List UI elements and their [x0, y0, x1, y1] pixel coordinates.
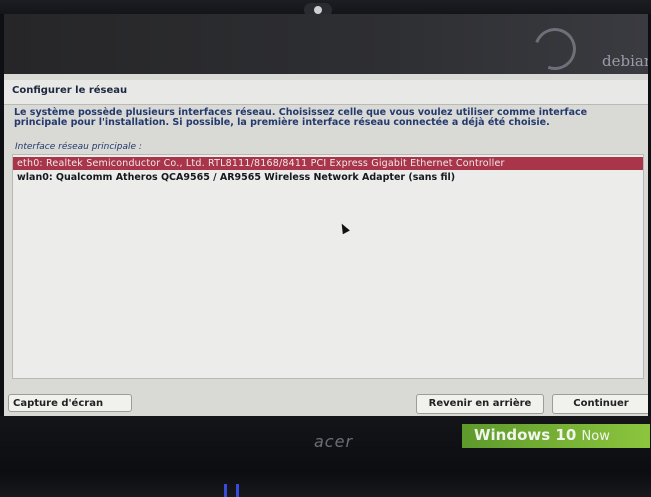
debian-logo-text: debian [602, 52, 648, 70]
status-led-icon [224, 484, 227, 497]
windows-sticker: Windows 10 Now [462, 424, 650, 448]
debian-swirl-icon [527, 21, 583, 77]
dialog-title: Configurer le réseau [12, 85, 128, 96]
laptop-top-bezel [0, 0, 651, 17]
dialog-title-bar: Configurer le réseau [4, 80, 648, 105]
status-led-icon [236, 484, 239, 497]
webcam-lens [314, 6, 322, 14]
laptop-bottom-bezel: acer Windows 10 Now [0, 416, 651, 497]
acer-logo: acer [314, 432, 354, 451]
windows-sticker-now: Now [581, 429, 610, 444]
windows-sticker-title: Windows 10 [474, 426, 577, 444]
interface-item-wlan0[interactable]: wlan0: Qualcomm Atheros QCA9565 / AR9565… [13, 171, 643, 184]
screenshot-button[interactable]: Capture d'écran [8, 394, 132, 412]
screen: debian Configurer le réseau Le système p… [4, 14, 648, 416]
continue-button[interactable]: Continuer [552, 394, 648, 414]
interface-item-eth0[interactable]: eth0: Realtek Semiconductor Co., Ltd. RT… [13, 157, 643, 170]
list-label: Interface réseau principale : [15, 142, 142, 152]
windows-sticker-text: Windows 10 Now [474, 426, 610, 444]
back-button[interactable]: Revenir en arrière [416, 394, 544, 414]
installer-banner: debian [4, 14, 648, 77]
interface-list[interactable]: eth0: Realtek Semiconductor Co., Ltd. RT… [12, 154, 644, 379]
dialog-description: Le système possède plusieurs interfaces … [14, 107, 588, 128]
